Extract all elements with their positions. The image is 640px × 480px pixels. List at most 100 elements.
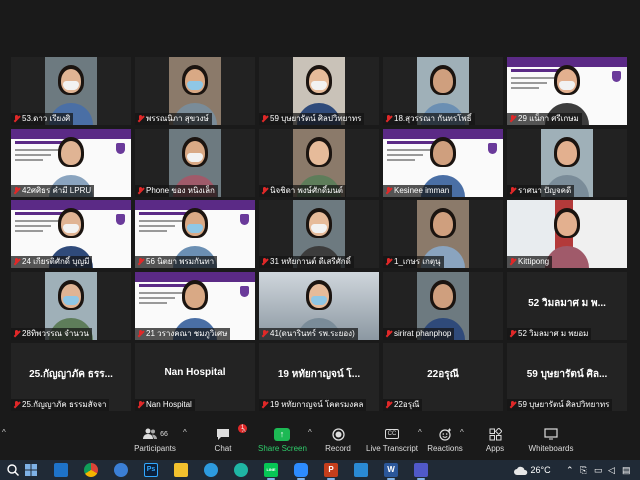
face-mask: [63, 224, 79, 233]
participant-tile[interactable]: 28ทิพวรรณ จำนวน: [11, 272, 131, 340]
participant-tile[interactable]: 29 แน็กา ศรีเกษม: [507, 57, 627, 125]
chrome-icon[interactable]: [84, 463, 98, 477]
participant-tile[interactable]: 59 บุษยารัตน์ ศิลปวิทยาทร: [259, 57, 379, 125]
participant-tile[interactable]: Nan Hospital Nan Hospital: [135, 343, 255, 411]
participant-name: Phone ของ หนิงเล็ก: [146, 186, 215, 195]
zoom-icon[interactable]: [294, 463, 308, 480]
participant-tile[interactable]: 53.ดาว เรียงศิ: [11, 57, 131, 125]
participant-name-label: 24 เกียรติศักดิ์ บุญมี: [11, 256, 93, 268]
globe-icon[interactable]: [114, 463, 128, 477]
zoom-meeting-window: 53.ดาว เรียงศิ พรรณนิภา สุขวงษ์ 59 บุษยารั…: [0, 0, 640, 480]
slide-text-line: [139, 230, 167, 232]
mic-muted-icon: [509, 115, 516, 123]
participants-button[interactable]: 66 Participants: [130, 426, 180, 453]
mic-muted-icon: [137, 258, 144, 266]
show-hidden-icons-icon[interactable]: ⌃: [566, 463, 574, 477]
participant-tile[interactable]: พรรณนิภา สุขวงษ์: [135, 57, 255, 125]
participant-tile[interactable]: 42ศศิธร คำมี LPRU: [11, 129, 131, 197]
participant-name-label: 31 หทัยกานต์ ดีเสรีศักดิ์: [259, 256, 354, 268]
mic-muted-icon: [385, 330, 392, 338]
mic-muted-icon: [13, 330, 20, 338]
search-icon[interactable]: [6, 463, 20, 477]
participant-tile[interactable]: 19 หทัยกาญจน์ โ... 19 หทัยกาญจน์ โคตรมงคล: [259, 343, 379, 411]
whiteboards-button[interactable]: Whiteboards: [526, 426, 576, 453]
photoshop-icon[interactable]: Ps: [144, 463, 158, 477]
chat-button[interactable]: 1 Chat: [205, 424, 247, 453]
participant-name-label: 21 วรางคณา ชมภูวิเศษ: [135, 328, 231, 340]
volume-icon[interactable]: ◁: [608, 463, 615, 477]
reactions-caret-icon[interactable]: ^: [460, 428, 464, 437]
photos-icon[interactable]: [354, 463, 368, 477]
participant-tile[interactable]: 25.กัญญาภัค ธรร... 25.กัญญาภัค ธรรมสัจจา: [11, 343, 131, 411]
participant-tile[interactable]: 52 วิมลมาศ ม พ... 52 วิมลมาศ ม พยอม: [507, 272, 627, 340]
line-icon[interactable]: LINE: [264, 463, 278, 480]
participant-tile[interactable]: 59 บุษยารัตน์ ศิล... 59 บุษยารัตน์ ศิลปวิ…: [507, 343, 627, 411]
participant-tile[interactable]: นิจชิดา พงษ์ศักดิ์มนต์: [259, 129, 379, 197]
mic-muted-icon: [137, 401, 144, 409]
toolbar-left-caret-icon[interactable]: ^: [2, 428, 6, 437]
start-icon[interactable]: [24, 463, 38, 477]
participant-tile[interactable]: 22อรุณี 22อรุณี: [383, 343, 503, 411]
participant-tile[interactable]: 31 หทัยกานต์ ดีเสรีศักดิ์: [259, 200, 379, 268]
edge-icon[interactable]: [204, 463, 218, 477]
participant-name-label: พรรณนิภา สุขวงษ์: [135, 113, 212, 125]
participant-face: [433, 284, 453, 308]
transcript-caret-icon[interactable]: ^: [418, 428, 422, 437]
participant-name-label: 18.สุวรรณา กันทรโพธิ์: [383, 113, 475, 125]
mic-muted-icon: [261, 115, 268, 123]
slide-text-line: [15, 230, 43, 232]
weather-widget[interactable]: 26°C: [514, 463, 551, 477]
participant-tile[interactable]: 41(ดนารินทร์ รพ.ระยอง): [259, 272, 379, 340]
slide-text-line: [139, 302, 167, 304]
apps-button[interactable]: Apps: [478, 426, 512, 453]
word-icon[interactable]: W: [384, 463, 398, 480]
participant-name-label: 59 บุษยารัตน์ ศิลปวิทยาทร: [507, 399, 613, 411]
participant-tile[interactable]: sirirat phanphop: [383, 272, 503, 340]
participant-name: 19 หทัยกาญจน์ โคตรมงคล: [270, 400, 364, 409]
participant-name: 41(ดนารินทร์ รพ.ระยอง): [270, 329, 355, 338]
keyboard-icon[interactable]: ▤: [622, 463, 631, 477]
participant-tile[interactable]: ราศนา ปัญจคดี: [507, 129, 627, 197]
participant-tile[interactable]: 18.สุวรรณา กันทรโพธิ์: [383, 57, 503, 125]
mic-muted-icon: [13, 258, 20, 266]
participant-tile[interactable]: 56 นิตยา พรมกันทา: [135, 200, 255, 268]
participant-tile[interactable]: Kittipong: [507, 200, 627, 268]
file-explorer-icon[interactable]: [174, 463, 188, 477]
face-mask: [311, 81, 327, 90]
meeting-toolbar: ^ 66 Participants ^ 1 Chat ^ ↑ Share Scr…: [0, 422, 640, 460]
participants-label: Participants: [134, 444, 176, 453]
edge-dev-icon[interactable]: [234, 463, 248, 477]
closed-caption-icon: CC: [384, 429, 400, 439]
slide-text-line: [387, 159, 415, 161]
participant-tile[interactable]: Kesinee imman: [383, 129, 503, 197]
participant-tile[interactable]: 24 เกียรติศักดิ์ บุญมี: [11, 200, 131, 268]
participant-tile[interactable]: 21 วรางคณา ชมภูวิเศษ: [135, 272, 255, 340]
participant-name-label: 59 บุษยารัตน์ ศิลปวิทยาทร: [259, 113, 365, 125]
meet-now-icon[interactable]: ⎘: [580, 463, 587, 477]
reactions-button[interactable]: Reactions: [427, 426, 463, 453]
participant-name: Nan Hospital: [146, 400, 192, 409]
participant-tile[interactable]: 1_เกษร เกตุนุ: [383, 200, 503, 268]
share-caret-icon[interactable]: ^: [308, 428, 312, 437]
share-screen-label: Share Screen: [258, 444, 307, 453]
face-mask: [187, 224, 203, 233]
participant-name: 22อรุณี: [394, 400, 420, 409]
network-icon[interactable]: ▭: [594, 463, 603, 477]
live-transcript-button[interactable]: CC Live Transcript: [366, 426, 418, 453]
participant-tile[interactable]: Phone ของ หนิงเล็ก: [135, 129, 255, 197]
temperature-label: 26°C: [530, 465, 551, 475]
mail-icon[interactable]: [54, 463, 68, 477]
record-label: Record: [325, 444, 351, 453]
windows-taskbar: Ps LINE P W 26°C ⌃ ⎘ ▭ ◁ ▤: [0, 460, 640, 480]
share-screen-button[interactable]: ↑ Share Screen: [258, 426, 307, 453]
record-button[interactable]: Record: [320, 426, 356, 453]
mic-muted-icon: [137, 115, 144, 123]
mic-muted-icon: [509, 401, 516, 409]
participant-face: [557, 212, 577, 236]
teams-icon[interactable]: [414, 463, 428, 480]
powerpoint-icon[interactable]: P: [324, 463, 338, 480]
participants-caret-icon[interactable]: ^: [183, 428, 187, 437]
participant-name: 59 บุษยารัตน์ ศิลปวิทยาทร: [518, 400, 610, 409]
mic-muted-icon: [385, 187, 392, 195]
chat-caret-icon[interactable]: ^: [242, 428, 246, 437]
